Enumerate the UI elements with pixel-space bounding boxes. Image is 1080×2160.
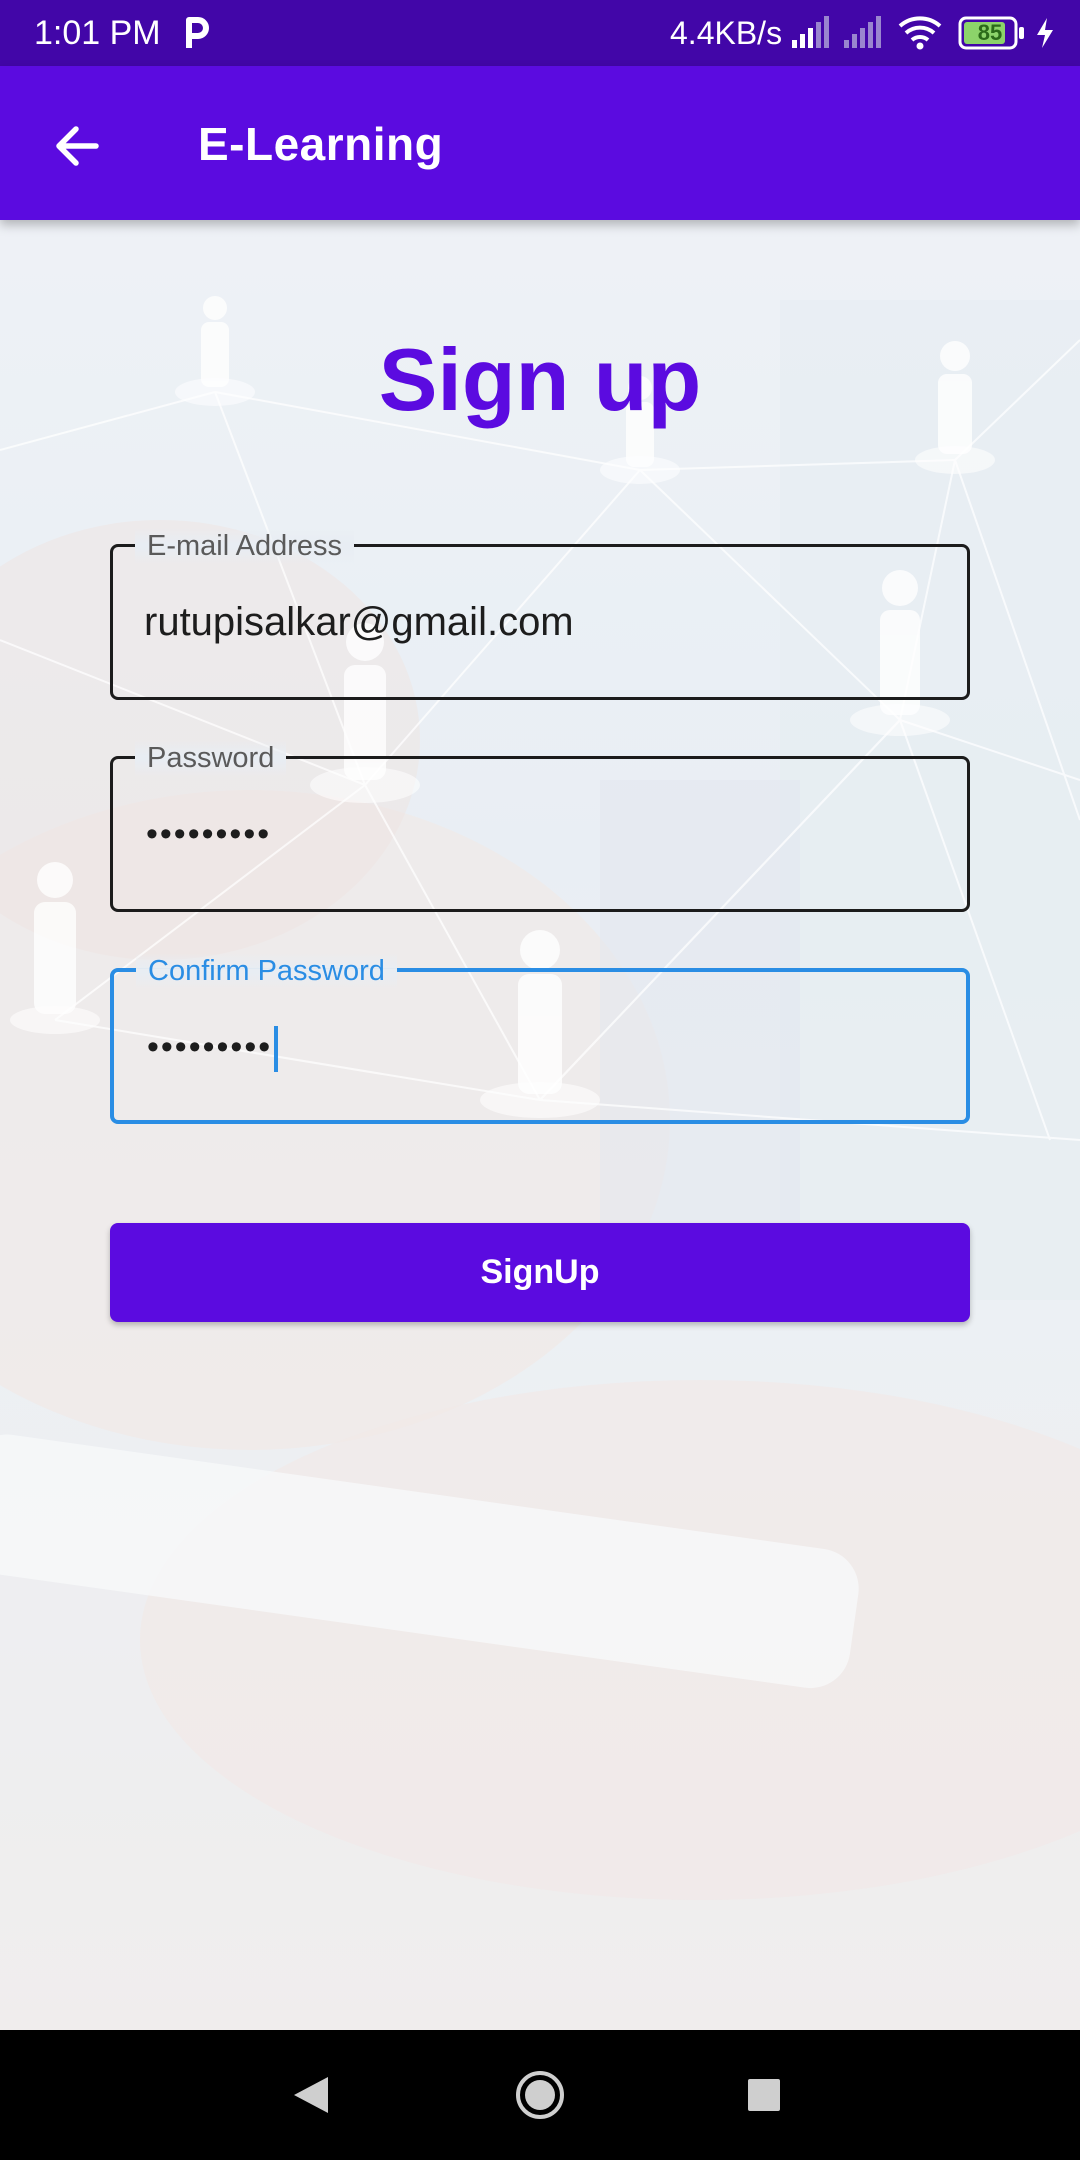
back-triangle-icon — [294, 2077, 328, 2113]
confirm-password-field[interactable]: Confirm Password ••••••••• — [110, 953, 970, 1124]
signal-icon — [792, 16, 829, 48]
app-title: E-Learning — [198, 118, 444, 170]
nav-back-button[interactable] — [272, 2055, 352, 2135]
back-button[interactable] — [36, 106, 116, 186]
arrow-back-icon — [56, 126, 99, 166]
email-field[interactable]: E-mail Address rutupisalkar@gmail.com — [110, 528, 970, 700]
battery-level: 85 — [977, 20, 1003, 45]
confirm-password-value: ••••••••• — [147, 1028, 273, 1066]
email-label: E-mail Address — [135, 528, 355, 564]
system-navigation-bar — [0, 2030, 1080, 2160]
nav-home-button[interactable] — [500, 2055, 580, 2135]
nav-recents-button[interactable] — [724, 2055, 804, 2135]
network-speed: 4.4KB/s — [670, 15, 783, 51]
parking-notification-icon — [186, 17, 209, 48]
text-cursor — [274, 1026, 279, 1073]
signal-icon — [844, 16, 881, 48]
background-image — [0, 220, 1080, 2030]
signup-button-label: SignUp — [480, 1253, 600, 1291]
confirm-password-label: Confirm Password — [136, 953, 397, 989]
password-field[interactable]: Password ••••••••• — [110, 740, 970, 912]
app-bar: E-Learning — [0, 66, 1080, 220]
confirm-password-input-area: ••••••••• — [147, 1022, 279, 1073]
network-illustration — [0, 220, 1080, 2030]
status-bar: 1:01 PM 4.4KB/s 85 — [0, 0, 1080, 66]
email-value: rutupisalkar@gmail.com — [144, 600, 574, 644]
wifi-icon — [898, 16, 942, 50]
password-value: ••••••••• — [146, 815, 272, 853]
home-circle-icon — [516, 2071, 564, 2119]
password-label: Password — [135, 740, 287, 776]
page-title: Sign up — [378, 330, 702, 429]
signup-button[interactable]: SignUp — [110, 1223, 970, 1322]
charging-icon — [1037, 18, 1053, 48]
status-time: 1:01 PM — [34, 14, 161, 52]
recents-square-icon — [748, 2079, 780, 2111]
